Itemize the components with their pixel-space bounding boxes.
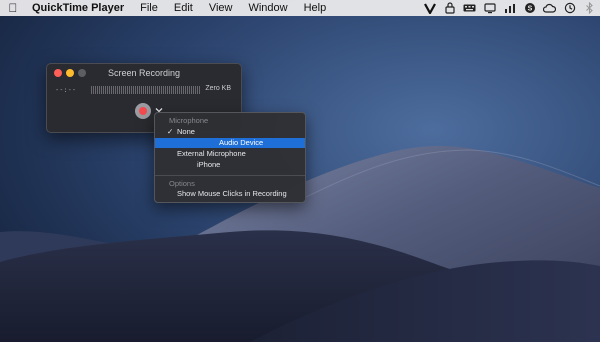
record-dot-icon [139,107,147,115]
title-bar[interactable]: Screen Recording [47,64,241,82]
skype-icon[interactable]: S [523,2,536,15]
keyboard-icon[interactable] [463,2,476,15]
window-title: Screen Recording [107,68,181,78]
bars-icon[interactable] [503,2,516,15]
menu-item-label: None [177,127,195,136]
file-size: Zero KB [205,85,231,92]
menu-item-none[interactable]: ✓ None [155,127,305,137]
cloud-icon[interactable] [543,2,556,15]
apple-logo-icon[interactable]:  [0,0,26,16]
menu-app-quicktime-player[interactable]: QuickTime Player [26,0,132,16]
menu-item-label: iPhone [197,160,221,169]
menu-item-audio-device[interactable]: Audio Device [155,138,305,148]
checkmark-icon: ✓ [167,127,174,136]
time-machine-icon[interactable] [563,2,576,15]
audio-level-meter [91,86,201,94]
menu-edit[interactable]: Edit [166,0,201,16]
menu-bar:  QuickTime Player File Edit View Window… [0,0,600,16]
menu-item-iphone[interactable]: iPhone [155,160,305,170]
menu-view[interactable]: View [201,0,241,16]
menu-header-options: Options [169,179,195,188]
status-icons: S [423,0,596,16]
bluetooth-icon[interactable] [583,2,596,15]
svg-text:S: S [527,6,532,13]
display-icon[interactable] [483,2,496,15]
menu-header-microphone: Microphone [169,116,209,125]
vimeo-icon[interactable] [423,2,436,15]
recording-timer: --:-- [55,86,77,94]
menu-file[interactable]: File [132,0,166,16]
menu-help[interactable]: Help [296,0,335,16]
menu-item-label: External Microphone [177,149,246,158]
menu-item-label: Show Mouse Clicks in Recording [177,189,287,198]
options-menu: Microphone ✓ None Audio Device External … [154,112,306,203]
record-button[interactable] [135,103,151,119]
menu-window[interactable]: Window [240,0,295,16]
lock-icon[interactable] [443,2,456,15]
menu-item-show-mouse-clicks[interactable]: Show Mouse Clicks in Recording [155,189,305,199]
menu-separator [155,175,305,176]
menu-item-label: Audio Device [219,138,264,147]
menu-item-external-microphone[interactable]: External Microphone [155,149,305,159]
